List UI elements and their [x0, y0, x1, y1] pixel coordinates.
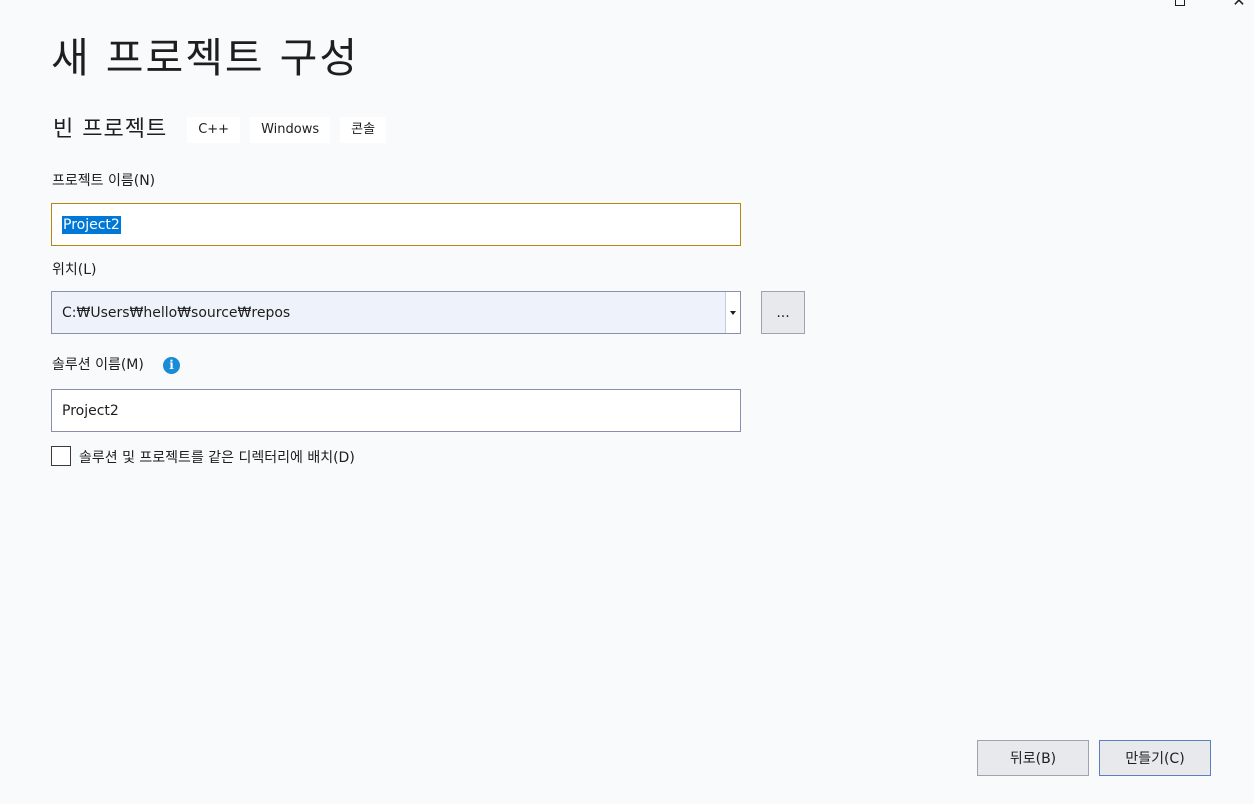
- same-directory-checkbox[interactable]: [51, 446, 71, 466]
- maximize-icon[interactable]: [1175, 0, 1185, 6]
- project-name-input[interactable]: Project2: [51, 203, 741, 246]
- location-dropdown-button[interactable]: [725, 292, 740, 333]
- solution-name-label: 솔루션 이름(M): [52, 357, 144, 373]
- project-name-value: Project2: [62, 215, 121, 234]
- close-icon[interactable]: ✕: [1232, 0, 1246, 9]
- back-button[interactable]: 뒤로(B): [977, 740, 1089, 776]
- solution-name-input[interactable]: Project2: [51, 389, 741, 432]
- solution-name-value: Project2: [62, 402, 119, 419]
- tag-platform: Windows: [250, 117, 331, 143]
- template-name: 빈 프로젝트: [53, 117, 168, 142]
- template-header: 빈 프로젝트 C++ Windows 콘솔: [53, 115, 396, 145]
- project-name-label: 프로젝트 이름(N): [52, 173, 156, 189]
- page-title: 새 프로젝트 구성: [51, 34, 360, 82]
- create-button[interactable]: 만들기(C): [1099, 740, 1211, 776]
- location-value: C:₩Users₩hello₩source₩repos: [62, 304, 291, 321]
- location-label: 위치(L): [52, 262, 97, 278]
- info-icon[interactable]: i: [163, 357, 180, 374]
- tag-language: C++: [187, 117, 241, 143]
- browse-button[interactable]: ...: [761, 291, 805, 334]
- tag-project-type: 콘솔: [340, 117, 387, 143]
- location-combobox[interactable]: C:₩Users₩hello₩source₩repos: [51, 291, 741, 334]
- same-directory-label[interactable]: 솔루션 및 프로젝트를 같은 디렉터리에 배치(D): [79, 449, 355, 467]
- chevron-down-icon: [730, 310, 736, 315]
